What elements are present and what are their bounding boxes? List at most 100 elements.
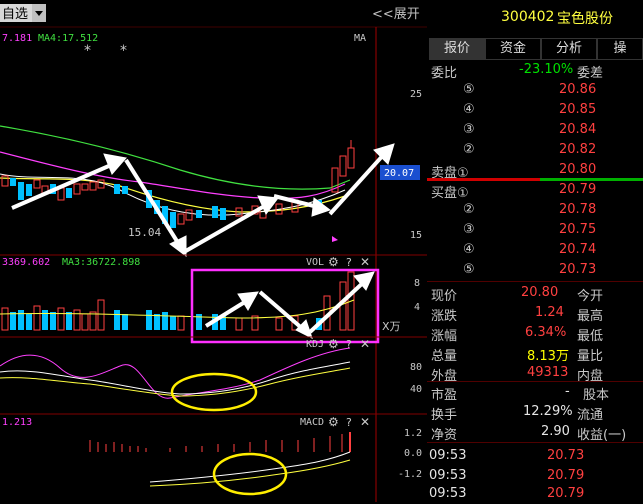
sell-price: 20.85 bbox=[559, 102, 597, 117]
buy-price: 20.73 bbox=[559, 262, 597, 277]
stat-value: 49313 bbox=[527, 365, 569, 380]
tick-row: 09:53 20.79 bbox=[427, 484, 643, 504]
tab-operate[interactable]: 操 bbox=[597, 38, 643, 60]
macd-left-label: 1.213 bbox=[2, 417, 32, 428]
sell-row-2: ② 20.82 bbox=[427, 140, 643, 160]
kdj-tick-40: 40 bbox=[410, 384, 422, 395]
tab-quote[interactable]: 报价 bbox=[429, 38, 485, 60]
macd-tick-1-2: 1.2 bbox=[404, 428, 422, 439]
stat-row: 总量 8.13万 量比 bbox=[427, 343, 643, 364]
buy-price: 20.78 bbox=[559, 202, 597, 217]
buy-price: 20.74 bbox=[559, 242, 597, 257]
close-icon[interactable]: ✕ bbox=[360, 337, 370, 351]
expand-button[interactable]: <<展开 bbox=[372, 7, 420, 22]
fund-row: 市盈 - 股本 bbox=[427, 382, 643, 403]
help-icon[interactable]: ? bbox=[346, 416, 352, 429]
vol-ma3-label: MA3:36722.898 bbox=[62, 257, 140, 268]
current-price-label: 20.07 bbox=[384, 168, 414, 179]
stat-label-right: 量比 bbox=[577, 349, 604, 364]
vol-tick-4: 4 bbox=[414, 302, 420, 313]
tick-row: 09:53 20.79 bbox=[427, 466, 643, 486]
stock-header: 300402 宝色股份 bbox=[427, 0, 643, 36]
divider bbox=[427, 442, 643, 443]
sell-index: ④ bbox=[463, 102, 475, 117]
vol-tick-8: 8 bbox=[414, 278, 420, 289]
gear-icon[interactable]: ⚙ bbox=[328, 415, 339, 429]
stat-value: 8.13万 bbox=[527, 349, 569, 364]
fund-label-right: 股本 bbox=[583, 388, 610, 403]
vol-left-label: 3369.602 bbox=[2, 257, 50, 268]
buy-label: 买盘① bbox=[431, 186, 469, 201]
gear-icon[interactable]: ⚙ bbox=[328, 255, 339, 269]
sell-price: 20.84 bbox=[559, 122, 597, 137]
close-icon[interactable]: ✕ bbox=[360, 255, 370, 269]
stat-row: 涨跌 1.24 最高 bbox=[427, 303, 643, 324]
sell-row-4: ④ 20.85 bbox=[427, 100, 643, 120]
tick-row: 09:53 20.73 bbox=[427, 446, 643, 466]
stat-label: 涨幅 bbox=[431, 329, 458, 344]
tick-time: 09:53 bbox=[429, 486, 467, 501]
stat-row: 外盘 49313 内盘 bbox=[427, 363, 643, 384]
fund-value: 12.29% bbox=[523, 404, 573, 419]
fund-label-right: 流通 bbox=[577, 408, 604, 423]
stat-label: 现价 bbox=[431, 289, 458, 304]
stat-row: 现价 20.80 今开 bbox=[427, 283, 643, 304]
stat-label: 总量 bbox=[431, 349, 458, 364]
stat-label-right: 今开 bbox=[577, 289, 604, 304]
buy-index: ③ bbox=[463, 222, 475, 237]
buy-price: 20.75 bbox=[559, 222, 597, 237]
buy-row-3: ③ 20.75 bbox=[427, 220, 643, 240]
weibi-value: -23.10% bbox=[519, 62, 574, 77]
price-tick-25: 25 bbox=[410, 89, 422, 100]
ma-tag: MA bbox=[354, 33, 366, 44]
sell-price: 20.82 bbox=[559, 142, 597, 157]
close-icon[interactable]: ✕ bbox=[360, 415, 370, 429]
kline-chart[interactable]: 自选 <<展开 7.181 MA4:17.512 MA * * 25 20.07… bbox=[0, 0, 427, 502]
sell-row-1: 卖盘① 20.80 bbox=[427, 160, 643, 181]
divider bbox=[427, 281, 643, 282]
sell-row-5: ⑤ 20.86 bbox=[427, 80, 643, 100]
stat-value: 1.24 bbox=[535, 305, 564, 320]
tick-time: 09:53 bbox=[429, 468, 467, 483]
tick-time: 09:53 bbox=[429, 448, 467, 463]
buy-row-2: ② 20.78 bbox=[427, 200, 643, 220]
stat-label: 涨跌 bbox=[431, 309, 458, 324]
watchlist-dropdown-label: 自选 bbox=[2, 7, 28, 22]
kdj-tag: KDJ bbox=[306, 339, 324, 350]
help-icon[interactable]: ? bbox=[346, 256, 352, 269]
weibi-row: 委比 -23.10% 委差 bbox=[427, 60, 643, 81]
tick-price: 20.79 bbox=[547, 468, 585, 483]
sell-index: ③ bbox=[463, 122, 475, 137]
stat-label-right: 最低 bbox=[577, 329, 604, 344]
tick-price: 20.73 bbox=[547, 448, 585, 463]
buy-row-1: 买盘① 20.79 bbox=[427, 180, 643, 201]
fund-label-right: 收益(一) bbox=[577, 428, 627, 443]
gear-icon[interactable]: ⚙ bbox=[328, 337, 339, 351]
stat-label-right: 最高 bbox=[577, 309, 604, 324]
tab-analysis[interactable]: 分析 bbox=[541, 38, 597, 60]
buy-index: ② bbox=[463, 202, 475, 217]
stock-code: 300402 bbox=[501, 9, 555, 25]
fund-row: 净资 2.90 收益(一) bbox=[427, 422, 643, 443]
fund-label: 换手 bbox=[431, 408, 458, 423]
fund-value: - bbox=[565, 384, 570, 399]
tab-funds[interactable]: 资金 bbox=[485, 38, 541, 60]
tick-price: 20.79 bbox=[547, 486, 585, 501]
kdj-tick-80: 80 bbox=[410, 362, 422, 373]
help-icon[interactable]: ? bbox=[346, 338, 352, 351]
buy-row-4: ④ 20.74 bbox=[427, 240, 643, 260]
quote-panel: 300402 宝色股份 报价 资金 分析 操 委比 -23.10% 委差 ⑤ 2… bbox=[427, 0, 643, 502]
fund-label: 市盈 bbox=[431, 388, 458, 403]
macd-tick-neg: -1.2 bbox=[398, 469, 422, 480]
buy-price: 20.79 bbox=[559, 182, 597, 197]
sell-price: 20.86 bbox=[559, 82, 597, 97]
buy-index: ④ bbox=[463, 242, 475, 257]
buy-row-5: ⑤ 20.73 bbox=[427, 260, 643, 280]
fund-label: 净资 bbox=[431, 428, 458, 443]
low-price-label: 15.04 bbox=[128, 226, 161, 239]
price-tick-15: 15 bbox=[410, 230, 422, 241]
macd-tick-0: 0.0 bbox=[404, 448, 422, 459]
stat-row: 涨幅 6.34% 最低 bbox=[427, 323, 643, 344]
ma-left-label: 7.181 bbox=[2, 33, 32, 44]
sell-price: 20.80 bbox=[559, 162, 597, 177]
